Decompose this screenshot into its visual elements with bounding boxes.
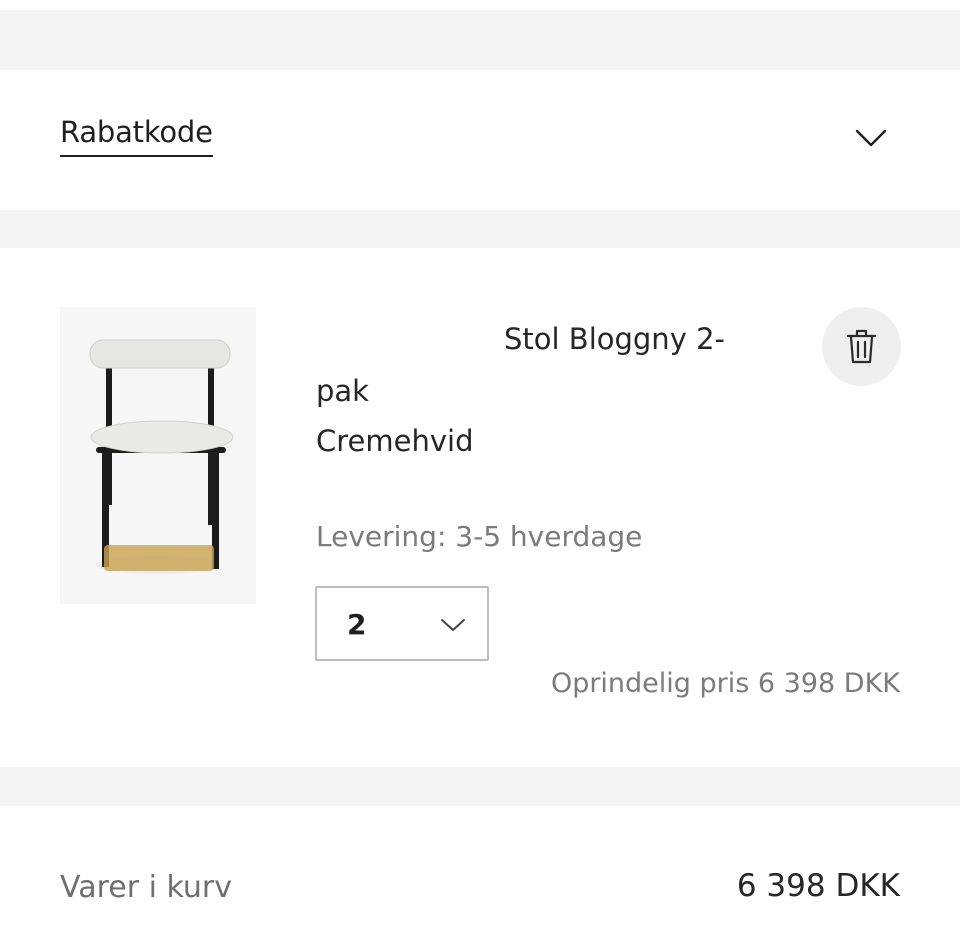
product-name[interactable]: Stol Bloggny 2- pak <box>316 313 786 417</box>
chevron-down-icon[interactable] <box>852 126 890 150</box>
quantity-select[interactable]: 2 <box>315 586 489 661</box>
product-variant: Cremehvid <box>316 424 474 458</box>
top-separator <box>0 10 960 70</box>
trash-icon <box>846 329 877 364</box>
product-name-line2: pak <box>316 374 369 408</box>
section-separator <box>0 767 960 806</box>
original-price: Oprindelig pris 6 398 DKK <box>550 668 900 699</box>
cart-items-total: 6 398 DKK <box>736 868 900 904</box>
cart-items-label: Varer i kurv <box>60 870 233 905</box>
quantity-value: 2 <box>347 608 367 641</box>
chair-image <box>60 307 256 604</box>
delivery-time: Levering: 3-5 hverdage <box>316 520 643 553</box>
remove-item-button[interactable] <box>822 307 901 386</box>
product-image[interactable] <box>60 307 256 604</box>
chevron-down-icon <box>441 619 465 631</box>
discount-code-label[interactable]: Rabatkode <box>60 118 213 157</box>
section-separator <box>0 210 960 248</box>
product-name-line1: Stol Bloggny 2- <box>504 322 725 356</box>
